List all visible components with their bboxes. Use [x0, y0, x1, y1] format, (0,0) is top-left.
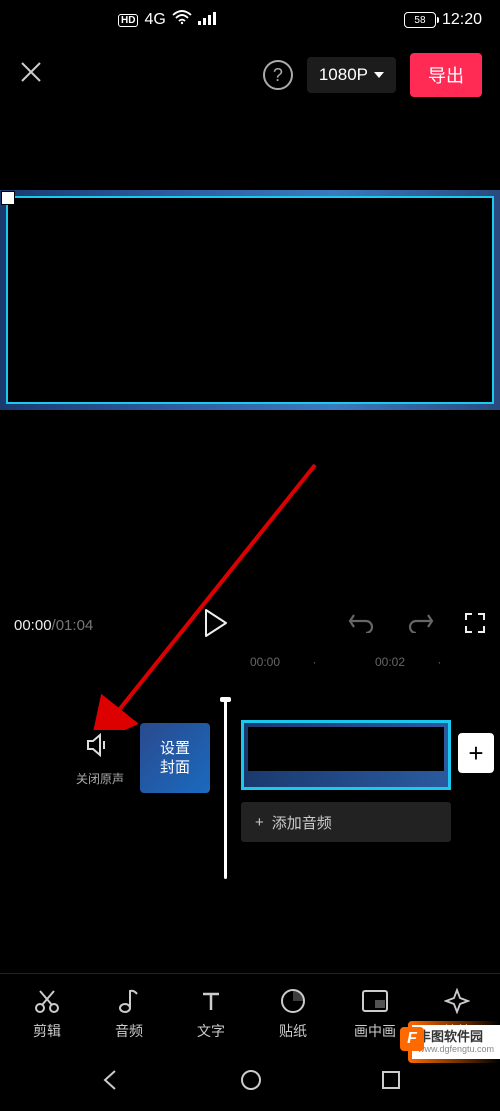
- close-button[interactable]: [18, 59, 44, 92]
- tool-sticker[interactable]: 贴纸: [252, 987, 334, 1041]
- sticker-icon: [280, 987, 306, 1015]
- add-clip-button[interactable]: +: [458, 733, 494, 773]
- playhead[interactable]: [224, 699, 227, 879]
- redo-button[interactable]: [406, 611, 434, 640]
- wifi-icon: [172, 10, 192, 30]
- speaker-icon: [60, 733, 140, 764]
- set-cover-button[interactable]: 设置 封面: [140, 723, 210, 793]
- scissors-icon: [34, 987, 60, 1015]
- tool-edit[interactable]: 剪辑: [6, 987, 88, 1041]
- timeline: 关闭原声 设置 封面 + 添加音频: [0, 715, 500, 845]
- ruler-dot: ·: [313, 655, 376, 675]
- ruler-dot: ·: [438, 655, 500, 675]
- annotation-arrow-icon: [60, 460, 340, 730]
- tool-text[interactable]: 文字: [170, 987, 252, 1041]
- mute-original-button[interactable]: 关闭原声: [60, 733, 140, 787]
- tool-label: 文字: [197, 1021, 225, 1041]
- resolution-selector[interactable]: 1080P: [307, 57, 396, 93]
- help-button[interactable]: ?: [263, 60, 293, 90]
- text-icon: [199, 987, 223, 1015]
- mute-label: 关闭原声: [60, 770, 140, 787]
- time-ruler[interactable]: 00:00 · 00:02 ·: [250, 655, 500, 675]
- pip-icon: [361, 987, 389, 1015]
- status-bar: HD 4G 58 12:20: [0, 0, 500, 40]
- chevron-down-icon: [374, 72, 384, 78]
- ruler-tick: 00:00: [250, 655, 313, 675]
- add-audio-button[interactable]: + 添加音频: [241, 802, 451, 842]
- top-right-group: ? 1080P 导出: [263, 53, 482, 97]
- signal-icon: [198, 11, 216, 30]
- network-indicator: 4G: [144, 11, 165, 29]
- watermark: F 丰图软件园 www.dgfengtu.com: [408, 1021, 500, 1063]
- preview-frame: [6, 196, 494, 404]
- time-total: 01:04: [56, 617, 94, 634]
- clip-thumbnail: [248, 727, 444, 771]
- battery-icon: 58: [404, 12, 436, 28]
- tool-label: 音频: [115, 1021, 143, 1041]
- video-preview[interactable]: [0, 190, 500, 410]
- tool-audio[interactable]: 音频: [88, 987, 170, 1041]
- resize-handle-icon[interactable]: [1, 191, 15, 205]
- tool-label: 剪辑: [33, 1021, 61, 1041]
- top-toolbar: ? 1080P 导出: [0, 40, 500, 110]
- status-right: 58 12:20: [404, 11, 482, 29]
- tool-label: 画中画: [354, 1021, 396, 1041]
- status-left: HD 4G: [118, 10, 216, 30]
- watermark-logo: F: [400, 1027, 424, 1051]
- fullscreen-button[interactable]: [464, 612, 486, 639]
- nav-back-button[interactable]: [99, 1069, 121, 1096]
- watermark-name: 丰图软件园: [418, 1029, 494, 1045]
- tool-label: 贴纸: [279, 1021, 307, 1041]
- play-button[interactable]: [203, 608, 229, 643]
- ruler-tick: 00:02: [375, 655, 438, 675]
- time-current: 00:00: [14, 617, 52, 634]
- timecode: 00:00/01:04: [14, 617, 93, 634]
- sparkle-icon: [444, 987, 470, 1015]
- clock: 12:20: [442, 11, 482, 29]
- undo-button[interactable]: [348, 611, 376, 640]
- plus-icon: +: [255, 814, 264, 831]
- playback-bar: 00:00/01:04: [0, 600, 500, 650]
- video-clip[interactable]: [241, 720, 451, 790]
- nav-recent-button[interactable]: [381, 1070, 401, 1095]
- nav-home-button[interactable]: [240, 1069, 262, 1096]
- resolution-label: 1080P: [319, 65, 368, 85]
- add-audio-label: 添加音频: [272, 812, 332, 833]
- export-button[interactable]: 导出: [410, 53, 482, 97]
- hd-badge: HD: [118, 14, 138, 27]
- music-note-icon: [118, 987, 140, 1015]
- watermark-url: www.dgfengtu.com: [418, 1044, 494, 1055]
